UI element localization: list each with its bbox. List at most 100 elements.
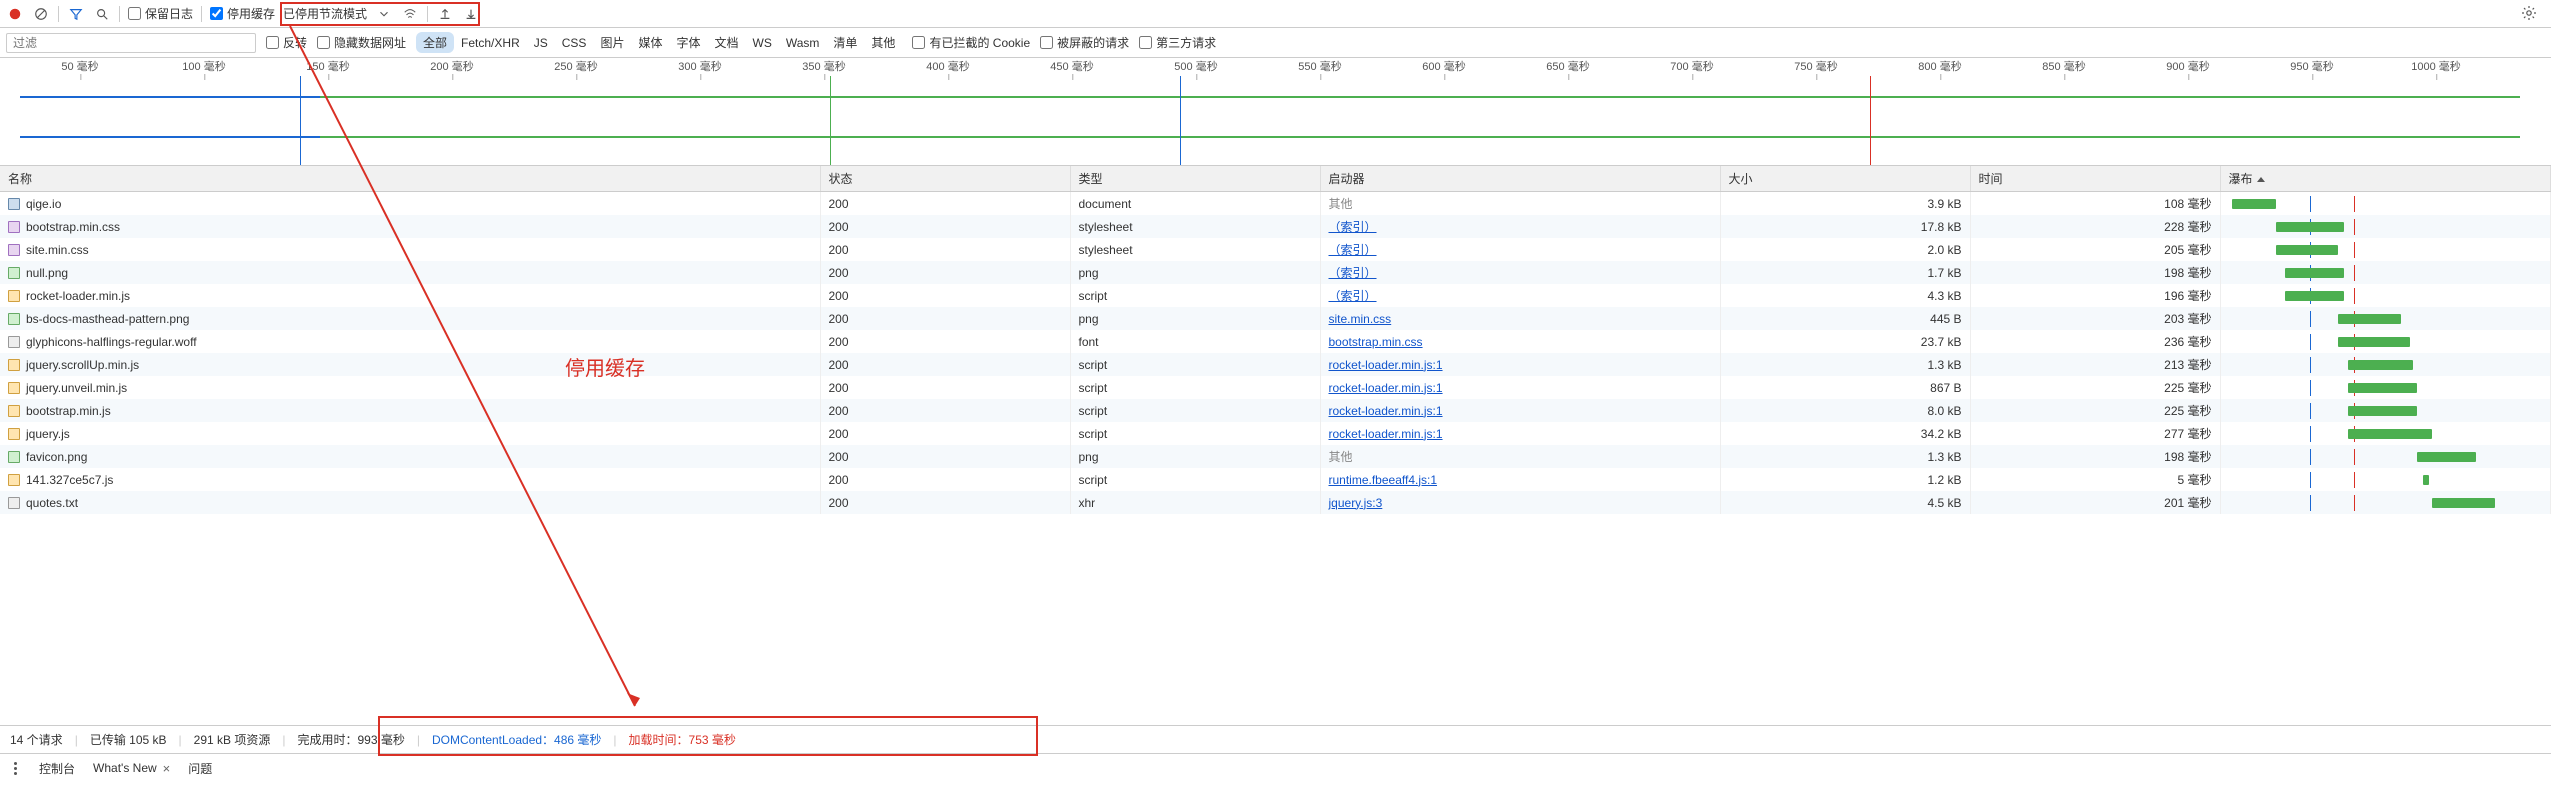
settings-button[interactable]: [2521, 5, 2539, 23]
table-row[interactable]: bootstrap.min.css200stylesheet（索引）17.8 k…: [0, 215, 2551, 238]
initiator-link[interactable]: （索引）: [1329, 266, 1377, 280]
request-name: rocket-loader.min.js: [26, 289, 130, 303]
blocked-cookies-checkbox[interactable]: 有已拦截的 Cookie: [912, 34, 1030, 51]
initiator-link[interactable]: jquery.js:3: [1329, 496, 1383, 510]
network-conditions-icon[interactable]: [401, 5, 419, 23]
initiator-link[interactable]: bootstrap.min.css: [1329, 335, 1423, 349]
table-row[interactable]: jquery.scrollUp.min.js200scriptrocket-lo…: [0, 353, 2551, 376]
request-status: 200: [820, 445, 1070, 468]
file-icon: [8, 451, 20, 463]
header-initiator[interactable]: 启动器: [1320, 166, 1720, 192]
hide-data-urls-checkbox[interactable]: 隐藏数据网址: [317, 34, 406, 51]
disable-cache-label: 停用缓存: [227, 5, 275, 22]
request-type: png: [1070, 445, 1320, 468]
filter-type-WS[interactable]: WS: [746, 34, 779, 52]
timeline-tick: 600 毫秒: [1422, 58, 1465, 74]
filter-type-媒体[interactable]: 媒体: [631, 32, 669, 53]
request-time: 198 毫秒: [1970, 261, 2220, 284]
table-row[interactable]: qige.io200document其他3.9 kB108 毫秒: [0, 192, 2551, 216]
filter-type-CSS[interactable]: CSS: [555, 34, 594, 52]
timeline-tick: 250 毫秒: [554, 58, 597, 74]
table-row[interactable]: bootstrap.min.js200scriptrocket-loader.m…: [0, 399, 2551, 422]
table-row[interactable]: jquery.unveil.min.js200scriptrocket-load…: [0, 376, 2551, 399]
table-row[interactable]: rocket-loader.min.js200script（索引）4.3 kB1…: [0, 284, 2551, 307]
initiator-link[interactable]: site.min.css: [1329, 312, 1392, 326]
status-transferred: 已传输 105 kB: [90, 731, 167, 748]
table-row[interactable]: glyphicons-halflings-regular.woff200font…: [0, 330, 2551, 353]
filter-type-其他[interactable]: 其他: [864, 32, 902, 53]
table-row[interactable]: bs-docs-masthead-pattern.png200pngsite.m…: [0, 307, 2551, 330]
close-icon[interactable]: ×: [163, 761, 171, 776]
clear-button[interactable]: [32, 5, 50, 23]
tab-whatsnew[interactable]: What's New×: [93, 761, 170, 776]
filter-type-文档[interactable]: 文档: [707, 32, 745, 53]
throttling-caret[interactable]: [375, 5, 393, 23]
blocked-requests-checkbox[interactable]: 被屏蔽的请求: [1040, 34, 1129, 51]
initiator-link[interactable]: （索引）: [1329, 243, 1377, 257]
initiator-text: 其他: [1329, 197, 1353, 211]
initiator-link[interactable]: rocket-loader.min.js:1: [1329, 427, 1443, 441]
request-time: 205 毫秒: [1970, 238, 2220, 261]
request-size: 1.7 kB: [1720, 261, 1970, 284]
request-status: 200: [820, 353, 1070, 376]
request-size: 445 B: [1720, 307, 1970, 330]
header-waterfall[interactable]: 瀑布: [2220, 166, 2551, 192]
throttling-dropdown[interactable]: 已停用节流模式: [283, 5, 367, 22]
initiator-link[interactable]: rocket-loader.min.js:1: [1329, 381, 1443, 395]
download-har-button[interactable]: [462, 5, 480, 23]
request-time: 225 毫秒: [1970, 399, 2220, 422]
tab-issues[interactable]: 问题: [188, 760, 212, 777]
filter-type-Fetch/XHR[interactable]: Fetch/XHR: [454, 34, 527, 52]
request-time: 277 毫秒: [1970, 422, 2220, 445]
filter-input[interactable]: [6, 33, 256, 53]
initiator-link[interactable]: （索引）: [1329, 220, 1377, 234]
waterfall-bar: [2229, 265, 2543, 281]
record-button[interactable]: [6, 5, 24, 23]
table-row[interactable]: jquery.js200scriptrocket-loader.min.js:1…: [0, 422, 2551, 445]
search-button[interactable]: [93, 5, 111, 23]
upload-har-button[interactable]: [436, 5, 454, 23]
request-time: 236 毫秒: [1970, 330, 2220, 353]
header-size[interactable]: 大小: [1720, 166, 1970, 192]
header-status[interactable]: 状态: [820, 166, 1070, 192]
table-row[interactable]: site.min.css200stylesheet（索引）2.0 kB205 毫…: [0, 238, 2551, 261]
blocked-cookies-label: 有已拦截的 Cookie: [929, 34, 1030, 51]
sort-indicator-icon: [2257, 177, 2265, 182]
initiator-link[interactable]: （索引）: [1329, 289, 1377, 303]
filter-toggle[interactable]: [67, 5, 85, 23]
table-row[interactable]: quotes.txt200xhrjquery.js:34.5 kB201 毫秒: [0, 491, 2551, 514]
waterfall-bar: [2229, 311, 2543, 327]
third-party-checkbox[interactable]: 第三方请求: [1139, 34, 1216, 51]
file-icon: [8, 359, 20, 371]
more-tabs-button[interactable]: [10, 758, 21, 779]
timeline-tick: 950 毫秒: [2290, 58, 2333, 74]
initiator-link[interactable]: rocket-loader.min.js:1: [1329, 358, 1443, 372]
tab-console[interactable]: 控制台: [39, 760, 75, 777]
filter-type-清单[interactable]: 清单: [826, 32, 864, 53]
header-time[interactable]: 时间: [1970, 166, 2220, 192]
disable-cache-checkbox[interactable]: 停用缓存: [210, 5, 275, 22]
filter-type-Wasm[interactable]: Wasm: [779, 34, 827, 52]
separator: [58, 6, 59, 22]
filter-type-全部[interactable]: 全部: [416, 32, 454, 53]
preserve-log-checkbox[interactable]: 保留日志: [128, 5, 193, 22]
table-row[interactable]: null.png200png（索引）1.7 kB198 毫秒: [0, 261, 2551, 284]
request-name: favicon.png: [26, 450, 87, 464]
initiator-link[interactable]: runtime.fbeeaff4.js:1: [1329, 473, 1438, 487]
network-table-container[interactable]: 名称 状态 类型 启动器 大小 时间 瀑布 qige.io200document…: [0, 166, 2551, 726]
request-size: 3.9 kB: [1720, 192, 1970, 216]
header-type[interactable]: 类型: [1070, 166, 1320, 192]
invert-checkbox[interactable]: 反转: [266, 34, 307, 51]
request-time: 203 毫秒: [1970, 307, 2220, 330]
table-row[interactable]: 141.327ce5c7.js200scriptruntime.fbeeaff4…: [0, 468, 2551, 491]
request-name: site.min.css: [26, 243, 89, 257]
table-row[interactable]: favicon.png200png其他1.3 kB198 毫秒: [0, 445, 2551, 468]
filter-type-JS[interactable]: JS: [527, 34, 555, 52]
timeline-overview[interactable]: 50 毫秒100 毫秒150 毫秒200 毫秒250 毫秒300 毫秒350 毫…: [0, 58, 2551, 166]
filter-type-字体[interactable]: 字体: [669, 32, 707, 53]
header-name[interactable]: 名称: [0, 166, 820, 192]
status-requests: 14 个请求: [10, 731, 63, 748]
request-size: 1.3 kB: [1720, 445, 1970, 468]
initiator-link[interactable]: rocket-loader.min.js:1: [1329, 404, 1443, 418]
filter-type-图片[interactable]: 图片: [593, 32, 631, 53]
